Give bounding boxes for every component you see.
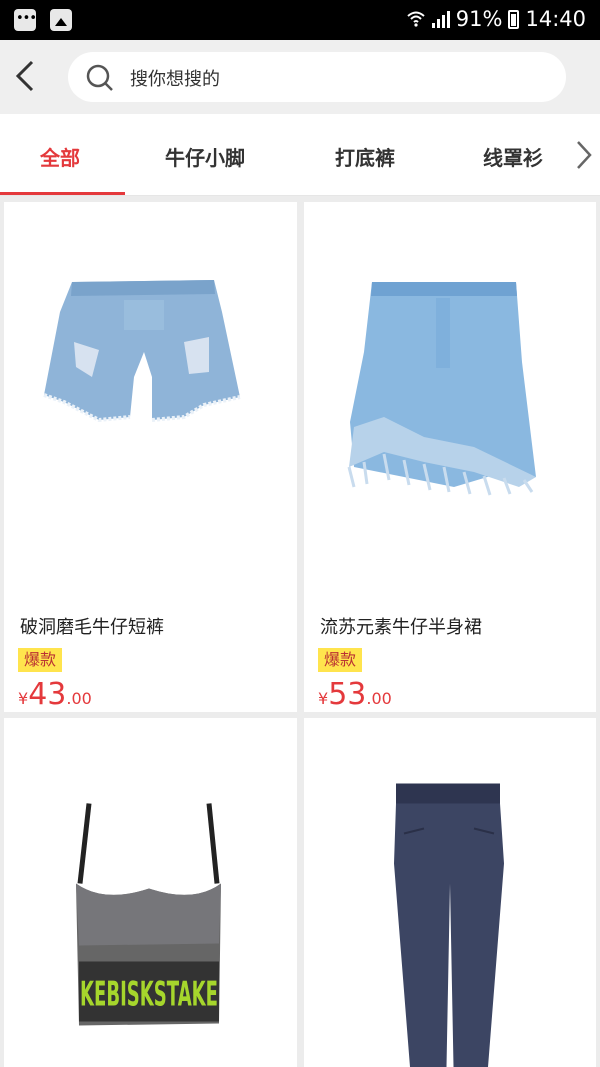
battery-icon <box>508 9 520 29</box>
product-image-denim-fringe-skirt <box>347 282 536 496</box>
hot-badge: 爆款 <box>318 648 363 672</box>
wifi-icon <box>407 11 425 27</box>
product-title: 流苏元素牛仔半身裙 <box>320 617 482 638</box>
bra-print-text: KEBISKSTAKE <box>80 975 218 1015</box>
message-icon <box>14 9 36 31</box>
price-integer: 43 <box>28 677 67 712</box>
product-image-denim-shorts <box>43 280 241 423</box>
back-arrow-icon[interactable] <box>12 56 42 96</box>
product-image-sport-bra: KEBISKSTAKE <box>76 803 221 1026</box>
signal-icon <box>431 10 450 28</box>
tab-leggings[interactable]: 打底裤 <box>335 142 395 171</box>
header: 搜你想搜的 <box>0 40 600 114</box>
product-card[interactable]: 破洞磨毛牛仔短裤 爆款 ¥43.00 <box>4 202 297 712</box>
search-placeholder: 搜你想搜的 <box>130 69 220 90</box>
tab-denim-skinny[interactable]: 牛仔小脚 <box>165 142 245 171</box>
product-title: 破洞磨毛牛仔短裤 <box>20 617 164 638</box>
tab-all[interactable]: 全部 <box>40 142 80 171</box>
price-decimal: .00 <box>66 689 92 708</box>
gallery-icon <box>50 9 72 31</box>
notification-icons <box>14 9 72 31</box>
currency-symbol: ¥ <box>18 689 29 708</box>
category-tabs: 全部 牛仔小脚 打底裤 线罩衫 <box>0 114 600 196</box>
product-image-dark-leggings <box>394 783 504 1067</box>
search-input[interactable]: 搜你想搜的 <box>68 52 566 102</box>
product-grid: 破洞磨毛牛仔短裤 爆款 ¥43.00 流苏元素牛仔半身裙 爆款 ¥53.00 K… <box>0 196 600 1067</box>
search-icon <box>86 64 113 91</box>
currency-symbol: ¥ <box>318 689 329 708</box>
hot-badge: 爆款 <box>18 648 63 672</box>
product-card[interactable]: 流苏元素牛仔半身裙 爆款 ¥53.00 <box>304 202 596 712</box>
product-price: ¥43.00 <box>18 677 92 712</box>
battery-percent: 91% <box>455 7 503 31</box>
price-decimal: .00 <box>366 689 392 708</box>
tab-knit-cardigan[interactable]: 线罩衫 <box>483 142 543 171</box>
chevron-right-icon[interactable] <box>572 138 594 172</box>
clock: 14:40 <box>525 7 586 31</box>
status-bar: 91% 14:40 <box>0 0 600 40</box>
product-card[interactable]: KEBISKSTAKE <box>4 718 297 1067</box>
product-card[interactable] <box>304 718 596 1067</box>
product-price: ¥53.00 <box>318 677 392 712</box>
price-integer: 53 <box>328 677 367 712</box>
active-tab-indicator <box>0 192 125 195</box>
